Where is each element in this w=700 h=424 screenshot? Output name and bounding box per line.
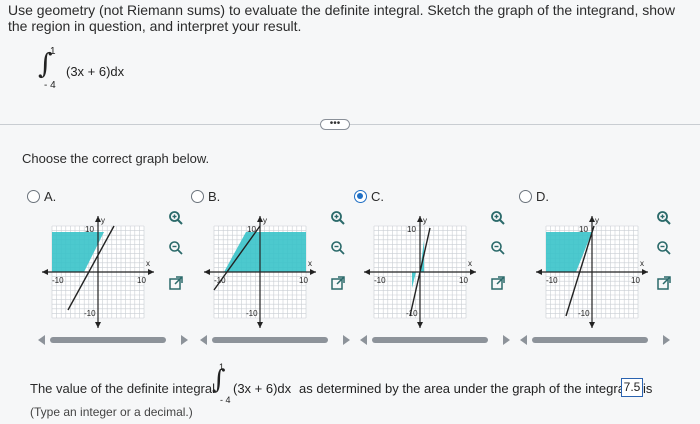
- scroll-right-arrow[interactable]: [663, 335, 670, 345]
- choose-label: Choose the correct graph below.: [22, 151, 210, 166]
- zoom-in-icon[interactable]: [330, 210, 346, 226]
- graph-b[interactable]: y x 10 10 -10 -10: [200, 212, 320, 332]
- answer-integral-upper: 1: [219, 362, 225, 372]
- question-integral: ∫ 1 - 4 (3x + 6)dx: [32, 46, 172, 96]
- answer-input[interactable]: 7.5: [621, 378, 643, 397]
- graph-d-tick-left: -10: [546, 276, 558, 285]
- scroll-right-arrow[interactable]: [181, 335, 188, 345]
- graph-b-svg: y x 10 10 -10 -10: [204, 216, 316, 328]
- zoom-out-icon[interactable]: [168, 240, 184, 256]
- graph-a-tick-bottom: -10: [84, 309, 96, 318]
- graph-b-tick-right: 10: [299, 276, 308, 285]
- open-external-icon[interactable]: [490, 275, 506, 291]
- graph-a[interactable]: y x 10 10 -10 -10: [38, 212, 158, 332]
- graph-b-scrollbar[interactable]: [200, 335, 350, 345]
- answer-prefix: The value of the definite integral: [30, 381, 216, 396]
- graph-c[interactable]: y x 10 10 -10 -10: [360, 212, 480, 332]
- zoom-out-icon[interactable]: [490, 240, 506, 256]
- graph-c-y-label: y: [423, 216, 427, 225]
- option-a-label: A.: [44, 189, 57, 204]
- answer-hint: (Type an integer or a decimal.): [30, 405, 193, 419]
- graph-d-tick-right: 10: [631, 276, 640, 285]
- graph-a-svg: y x 10 10 -10 -10: [42, 216, 154, 328]
- radio-b[interactable]: [191, 190, 204, 203]
- integral-upper-limit: 1: [50, 46, 56, 57]
- integral-lower-limit: - 4: [44, 80, 56, 91]
- graph-b-x-label: x: [308, 259, 312, 268]
- scroll-right-arrow[interactable]: [343, 335, 350, 345]
- graph-d[interactable]: y x 10 10 -10 -10: [532, 212, 652, 332]
- zoom-out-icon[interactable]: [656, 240, 672, 256]
- graph-b-tick-left: -10: [214, 276, 226, 285]
- graph-a-tick-right: 10: [137, 276, 146, 285]
- zoom-out-icon[interactable]: [330, 240, 346, 256]
- graph-d-tick-top: 10: [579, 225, 588, 234]
- scroll-left-arrow[interactable]: [200, 335, 207, 345]
- graph-a-scrollbar[interactable]: [38, 335, 188, 345]
- integrand: (3x + 6)dx: [66, 64, 125, 79]
- option-c-label: C.: [371, 189, 384, 204]
- graph-d-y-label: y: [595, 216, 599, 225]
- scroll-right-arrow[interactable]: [503, 335, 510, 345]
- graph-b-y-label: y: [263, 216, 267, 225]
- open-external-icon[interactable]: [656, 275, 672, 291]
- answer-integrand: (3x + 6)dx: [233, 381, 292, 396]
- scroll-left-arrow[interactable]: [360, 335, 367, 345]
- scroll-thumb[interactable]: [532, 337, 648, 343]
- scroll-left-arrow[interactable]: [38, 335, 45, 345]
- zoom-in-icon[interactable]: [490, 210, 506, 226]
- graph-d-tick-bottom: -10: [578, 309, 590, 318]
- zoom-in-icon[interactable]: [656, 210, 672, 226]
- graph-c-tick-right: 10: [459, 276, 468, 285]
- answer-integral-lower: - 4: [220, 395, 231, 405]
- more-button[interactable]: •••: [320, 119, 350, 130]
- answer-suffix: as determined by the area under the grap…: [299, 381, 653, 396]
- graph-b-tick-bottom: -10: [246, 309, 258, 318]
- open-external-icon[interactable]: [330, 275, 346, 291]
- graph-a-tick-top: 10: [85, 225, 94, 234]
- graph-a-y-label: y: [101, 216, 105, 225]
- graph-b-tick-top: 10: [247, 225, 256, 234]
- graph-c-tick-bottom: -10: [406, 309, 418, 318]
- graph-d-x-label: x: [640, 259, 644, 268]
- option-d-label: D.: [536, 189, 549, 204]
- option-b-label: B.: [208, 189, 221, 204]
- graph-c-svg: y x 10 10 -10 -10: [364, 216, 476, 328]
- graph-c-tick-top: 10: [407, 225, 416, 234]
- graph-a-tick-left: -10: [52, 276, 64, 285]
- scroll-thumb[interactable]: [50, 337, 166, 343]
- radio-a[interactable]: [27, 190, 40, 203]
- graph-c-scrollbar[interactable]: [360, 335, 510, 345]
- graph-d-scrollbar[interactable]: [520, 335, 670, 345]
- graph-d-svg: y x 10 10 -10 -10: [536, 216, 648, 328]
- radio-d[interactable]: [519, 190, 532, 203]
- graph-c-tick-left: -10: [374, 276, 386, 285]
- scroll-thumb[interactable]: [372, 337, 488, 343]
- divider: [0, 124, 700, 125]
- graph-a-x-label: x: [146, 259, 150, 268]
- scroll-thumb[interactable]: [212, 337, 328, 343]
- scroll-left-arrow[interactable]: [520, 335, 527, 345]
- graph-c-x-label: x: [468, 259, 472, 268]
- zoom-in-icon[interactable]: [168, 210, 184, 226]
- question-text: Use geometry (not Riemann sums) to evalu…: [8, 2, 675, 34]
- open-external-icon[interactable]: [168, 275, 184, 291]
- radio-c[interactable]: [354, 190, 367, 203]
